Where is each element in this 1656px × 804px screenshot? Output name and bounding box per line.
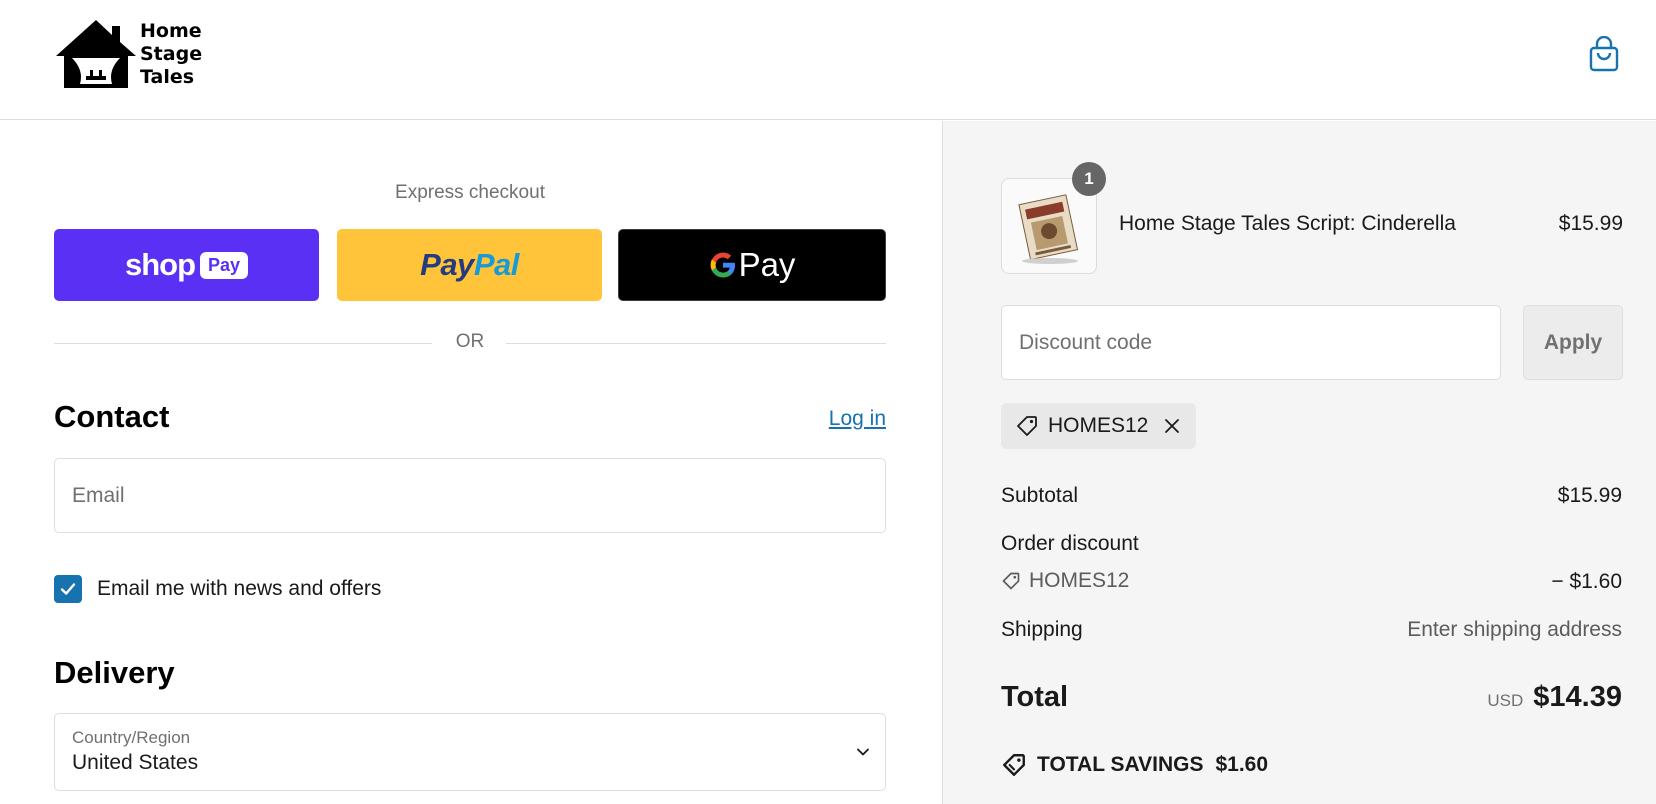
shipping-label: Shipping	[1001, 618, 1083, 641]
paypal-button[interactable]: PayPal	[337, 229, 602, 301]
quantity-badge: 1	[1072, 162, 1106, 196]
email-input[interactable]	[55, 459, 885, 532]
discount-amount: − $1.60	[1551, 570, 1622, 593]
total-amount: $14.39	[1533, 681, 1622, 713]
subtotal-label: Subtotal	[1001, 484, 1079, 507]
logo-line-1: Home	[140, 19, 202, 42]
or-divider: OR	[54, 331, 886, 355]
discount-code-row: HOMES12	[1001, 569, 1129, 593]
discount-code-field[interactable]	[1001, 305, 1501, 380]
chevron-down-icon	[857, 748, 869, 756]
order-summary: 1 Home Stage Tales Script: Cinderella $1…	[942, 121, 1656, 804]
applied-discount-chip: HOMES12	[1001, 403, 1197, 449]
shop-pay-pill: Pay	[200, 251, 249, 279]
login-link[interactable]: Log in	[800, 407, 886, 431]
email-field[interactable]	[54, 458, 886, 533]
country-region-select[interactable]: Country/Region United States	[54, 713, 886, 791]
shop-pay-wordmark: shop	[124, 247, 196, 282]
google-g-icon	[710, 252, 735, 278]
discount-code-input[interactable]	[1002, 306, 1500, 379]
savings-tag-icon	[1003, 754, 1025, 776]
logo-wordmark: Home Stage Tales	[140, 20, 202, 89]
paypal-pay-text: Pay	[420, 247, 474, 282]
subtotal-value: $15.99	[1557, 484, 1622, 507]
google-pay-button[interactable]: Pay	[618, 229, 886, 301]
site-header: Home Stage Tales	[0, 0, 1656, 120]
newsletter-checkbox-row[interactable]: Email me with news and offers	[54, 575, 381, 603]
total-label: Total	[1001, 681, 1069, 713]
contact-heading: Contact	[54, 399, 170, 434]
store-logo[interactable]: Home Stage Tales	[54, 18, 202, 90]
product-price: $15.99	[1558, 212, 1623, 235]
or-label: OR	[455, 331, 485, 352]
tag-icon	[1017, 416, 1037, 436]
total-value-group: USD $14.39	[1487, 681, 1622, 714]
shipping-value: Enter shipping address	[1407, 618, 1622, 641]
logo-line-2: Stage	[140, 42, 203, 65]
savings-amount: $1.60	[1215, 753, 1269, 776]
shop-pay-button[interactable]: shop Pay	[54, 229, 319, 301]
discount-code-label: HOMES12	[1029, 569, 1130, 592]
checkout-form: Express checkout shop Pay PayPal Pay OR …	[0, 121, 942, 804]
shopping-bag-icon[interactable]	[1588, 36, 1620, 72]
house-logo-icon	[56, 20, 136, 88]
close-icon[interactable]	[1162, 416, 1182, 436]
express-checkout-title: Express checkout	[395, 182, 545, 203]
order-discount-label: Order discount	[1001, 532, 1139, 555]
country-value: United States	[72, 751, 199, 774]
google-pay-wordmark: Pay	[738, 246, 796, 283]
newsletter-label: Email me with news and offers	[97, 577, 382, 600]
applied-code-label: HOMES12	[1048, 414, 1149, 437]
total-savings: TOTAL SAVINGS $1.60	[1001, 752, 1268, 778]
tag-icon	[1002, 572, 1020, 590]
product-name: Home Stage Tales Script: Cinderella	[1119, 212, 1456, 235]
newsletter-checkbox[interactable]	[54, 575, 82, 603]
country-caption: Country/Region	[72, 728, 191, 747]
paypal-pal-text: Pal	[473, 247, 520, 282]
logo-line-3: Tales	[140, 65, 195, 88]
apply-button[interactable]: Apply	[1523, 305, 1623, 380]
delivery-heading: Delivery	[54, 655, 175, 690]
paypal-wordmark: PayPal	[420, 247, 519, 283]
divider-line-right	[506, 343, 886, 344]
savings-label: TOTAL SAVINGS	[1037, 753, 1204, 776]
checkmark-icon	[60, 583, 76, 595]
currency-code: USD	[1487, 691, 1524, 710]
